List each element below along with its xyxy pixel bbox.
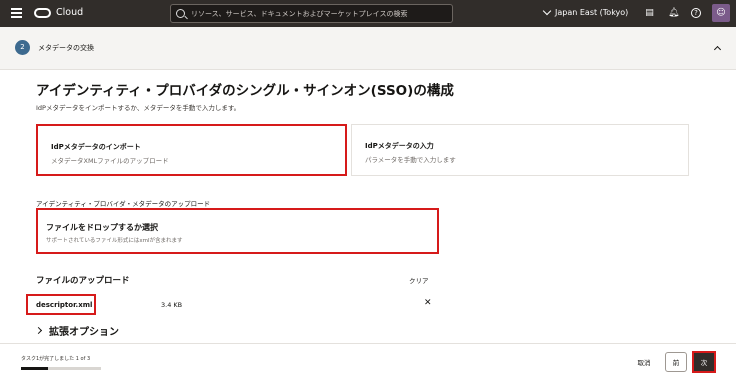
oracle-logo-icon[interactable] [34, 8, 51, 18]
step-title: メタデータの交換 [38, 44, 94, 52]
dropzone-title: ファイルをドロップするか選択 [46, 223, 158, 232]
tile-title: IdPメタデータのインポート [51, 143, 141, 151]
file-dropzone[interactable]: ファイルをドロップするか選択 サポートされているファイル形式にはxmlが含まれま… [36, 208, 439, 254]
previous-button[interactable]: 前 [665, 352, 687, 372]
search-input[interactable] [191, 7, 449, 20]
step-number-badge: 2 [15, 40, 30, 55]
progress-bar [21, 367, 101, 370]
chevron-down-icon [542, 6, 552, 16]
search-box[interactable] [170, 4, 453, 23]
uploaded-files-title: ファイルのアップロード [36, 276, 130, 286]
advanced-options-toggle[interactable]: 拡張オプション [34, 323, 119, 338]
tile-description: パラメータを手動で入力します [365, 156, 456, 164]
page-subtitle: IdPメタデータをインポートするか、メタデータを手動で入力します。 [36, 104, 241, 112]
upload-section-label: アイデンティティ・プロバイダ・メタデータのアップロード [36, 200, 211, 208]
enter-idp-metadata-tile[interactable]: IdPメタデータの入力 パラメータを手動で入力します [351, 124, 689, 176]
advanced-options-label: 拡張オプション [49, 327, 119, 338]
top-bar: Cloud Japan East (Tokyo) ▤ 🔔︎ ? ☺ [0, 0, 736, 27]
import-idp-metadata-tile[interactable]: IdPメタデータのインポート メタデータXMLファイルのアップロード [36, 124, 347, 176]
remove-file-icon[interactable]: ✕ [424, 298, 432, 308]
page-title: アイデンティティ・プロバイダのシングル・サインオン(SSO)の構成 [36, 83, 454, 99]
hamburger-menu-icon[interactable] [11, 8, 22, 18]
wizard-footer: タスク1が完了しました 1 of 3 取消 前 次 [0, 343, 736, 376]
file-size: 3.4 KB [161, 301, 183, 309]
cancel-button[interactable]: 取消 [628, 352, 660, 372]
notifications-bell-icon[interactable]: 🔔︎ [668, 8, 679, 19]
next-button[interactable]: 次 [692, 351, 716, 373]
dropzone-description: サポートされているファイル形式にはxmlが含まれます [46, 238, 183, 244]
step-header[interactable]: 2 メタデータの交換 [0, 27, 736, 70]
announcements-icon[interactable]: ▤ [644, 8, 655, 19]
tile-description: メタデータXMLファイルのアップロード [51, 157, 169, 165]
help-icon[interactable]: ? [691, 8, 701, 18]
region-label: Japan East (Tokyo) [555, 8, 629, 17]
chevron-up-icon[interactable] [713, 45, 722, 54]
clear-button[interactable]: クリア [409, 275, 429, 285]
region-selector[interactable]: Japan East (Tokyo) [542, 6, 629, 17]
uploaded-file-item: descriptor.xml [26, 294, 96, 315]
app-name[interactable]: Cloud [56, 7, 83, 18]
search-icon [176, 9, 185, 18]
chevron-right-icon [34, 326, 43, 335]
progress-text: タスク1が完了しました 1 of 3 [21, 356, 91, 362]
user-avatar-icon[interactable]: ☺ [712, 4, 730, 22]
tile-title: IdPメタデータの入力 [365, 142, 434, 150]
file-name: descriptor.xml [36, 301, 93, 309]
progress-bar-fill [21, 367, 48, 370]
